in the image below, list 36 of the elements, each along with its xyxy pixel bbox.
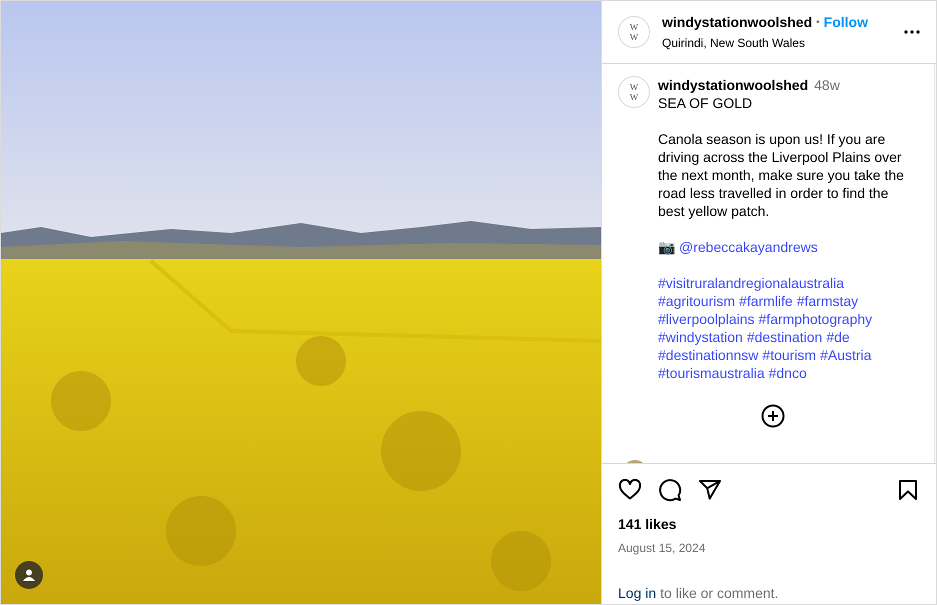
avatar-icon[interactable]: W W (618, 76, 650, 108)
login-link[interactable]: Log in (618, 583, 656, 604)
more-options-icon[interactable] (904, 30, 920, 34)
caption-text: Canola season is upon us! If you are driving across the Liverpool Plains over the next month, make sure you take the road less travelled in order to find the best yellow patch. (658, 130, 905, 220)
username-link[interactable]: windystationwoolshed (658, 76, 808, 94)
hashtag-link[interactable]: #destination (746, 328, 822, 346)
bookmark-icon[interactable] (896, 478, 920, 502)
username-link[interactable]: windystationwoolshed (662, 12, 812, 33)
mention-link[interactable]: @rebeccakayandrews (679, 238, 818, 256)
separator-dot: • (816, 16, 820, 30)
share-icon[interactable] (698, 478, 722, 502)
camera-emoji: 📷 (658, 238, 675, 256)
hashtag-link[interactable]: #liverpoolplains (658, 310, 755, 328)
post-age: 48w (814, 76, 840, 94)
load-more-comments-icon[interactable] (761, 404, 785, 428)
hashtag-link[interactable]: #de (826, 328, 850, 346)
hashtag-link[interactable]: #farmstay (796, 292, 858, 310)
post-date: August 15, 2024 (618, 540, 706, 557)
hashtag-link[interactable]: #farmlife (739, 292, 793, 310)
login-prompt-text: to like or comment. (660, 584, 778, 603)
hashtag-link[interactable]: #farmphotography (758, 310, 872, 328)
hashtag-link[interactable]: #tourismaustralia (658, 364, 765, 382)
hashtag-link[interactable]: #dnco (768, 364, 807, 382)
hashtag-link[interactable]: #agritourism (658, 292, 736, 310)
likes-count[interactable]: 141 likes (618, 514, 920, 535)
hashtag-link[interactable]: #destinationnsw (658, 346, 758, 364)
hashtag-link[interactable]: #Austria (820, 346, 872, 364)
location-link[interactable]: Quirindi, New South Wales (662, 34, 904, 52)
hashtag-link[interactable]: #windystation (658, 328, 743, 346)
comment-icon[interactable] (658, 478, 682, 502)
caption-title: SEA OF GOLD (658, 94, 754, 112)
avatar-icon[interactable]: W W (618, 16, 650, 48)
follow-button[interactable]: Follow (824, 12, 868, 33)
hashtag-link[interactable]: #visitruralandregionalaustralia (658, 274, 844, 292)
heart-icon[interactable] (618, 478, 642, 502)
hashtag-link[interactable]: #tourism (762, 346, 816, 364)
